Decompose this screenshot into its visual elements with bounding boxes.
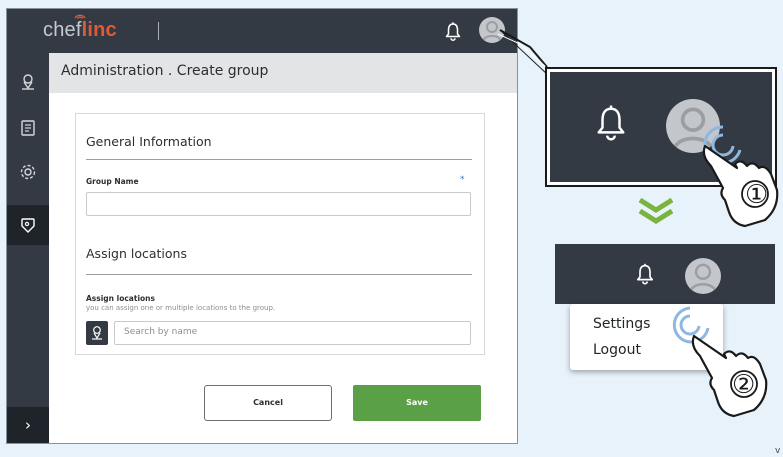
step-one-number: ①	[745, 180, 769, 210]
user-icon	[482, 21, 502, 43]
location-search-input[interactable]: Search by name	[114, 321, 471, 345]
divider	[158, 22, 159, 40]
wifi-icon	[74, 14, 86, 19]
location-pin-icon	[92, 326, 102, 340]
corner-mark: v	[775, 446, 781, 456]
user-avatar[interactable]	[479, 17, 505, 43]
menu-item-logout[interactable]: Logout	[593, 342, 641, 358]
assign-locations-hint: you can assign one or multiple locations…	[86, 304, 276, 312]
location-pin-icon[interactable]	[17, 71, 39, 93]
divider	[86, 159, 472, 160]
chevron-right-icon: ›	[25, 416, 31, 434]
page-header: Administration . Create group	[49, 53, 517, 93]
bell-icon	[597, 105, 625, 141]
bell-icon	[636, 263, 654, 285]
group-name-input[interactable]	[86, 192, 471, 216]
gear-icon[interactable]	[17, 161, 39, 183]
required-mark: *	[460, 175, 465, 185]
divider	[86, 274, 472, 275]
pointing-hand-icon	[691, 334, 768, 418]
sidebar: ›	[7, 53, 49, 443]
menu-item-settings[interactable]: Settings	[593, 316, 650, 332]
general-information-title: General Information	[86, 134, 212, 149]
page-title: Administration . Create group	[61, 63, 269, 79]
tag-icon[interactable]	[17, 214, 39, 236]
bell-icon[interactable]	[444, 21, 462, 41]
step-two-number: ②	[732, 370, 756, 400]
create-group-form: General Information Group Name * Assign …	[75, 113, 485, 355]
assign-locations-label: Assign locations	[86, 294, 155, 303]
pointing-hand-icon	[702, 144, 779, 228]
cancel-button[interactable]: Cancel	[204, 385, 332, 421]
document-icon[interactable]	[17, 117, 39, 139]
assign-locations-title: Assign locations	[86, 246, 187, 261]
location-picker-button[interactable]	[86, 321, 108, 345]
save-button[interactable]: Save	[353, 385, 481, 421]
sidebar-expand-button[interactable]: ›	[7, 407, 49, 443]
zoomed-topbar-with-menu	[555, 244, 775, 304]
top-bar: cheflinc	[7, 9, 517, 53]
user-icon	[689, 263, 717, 293]
group-name-label: Group Name	[86, 177, 139, 186]
app-window: cheflinc › Administration . Create group…	[6, 8, 518, 444]
user-avatar	[685, 258, 721, 294]
chef-linc-logo: cheflinc	[43, 19, 117, 41]
double-chevron-down-icon	[638, 197, 674, 224]
